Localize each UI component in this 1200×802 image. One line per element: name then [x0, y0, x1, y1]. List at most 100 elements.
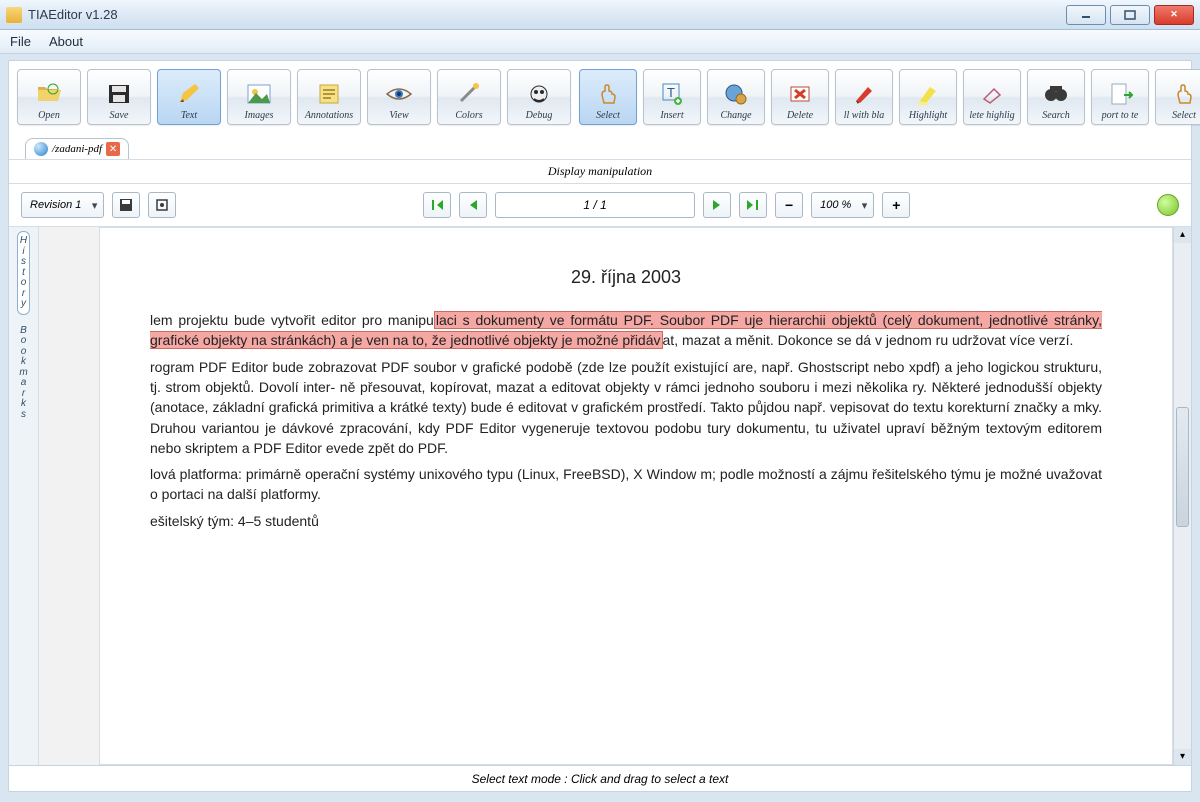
delete-x-icon	[785, 80, 815, 108]
scroll-thumb[interactable]	[1176, 407, 1189, 527]
window-title: TIAEditor v1.28	[28, 7, 118, 22]
search-button[interactable]: Search	[1027, 69, 1085, 125]
tool-label: Select	[580, 110, 636, 121]
gear-globe-icon	[721, 80, 751, 108]
insert-button[interactable]: T Insert	[643, 69, 701, 125]
tool-label: lete highlig	[964, 110, 1020, 121]
picture-icon	[244, 80, 274, 108]
text-insert-icon: T	[657, 80, 687, 108]
delete-button[interactable]: Delete	[771, 69, 829, 125]
tool-label: Text	[158, 110, 220, 121]
fill-black-button[interactable]: ll with bla	[835, 69, 893, 125]
vertical-scrollbar[interactable]: ▴ ▾	[1173, 227, 1191, 765]
text-button[interactable]: Text	[157, 69, 221, 125]
doc-paragraph[interactable]: ešitelský tým: 4–5 studentů	[150, 511, 1102, 531]
tool-label: Save	[88, 110, 150, 121]
page-field[interactable]: 1 / 1	[495, 192, 695, 218]
status-text: Select text mode : Click and drag to sel…	[472, 772, 729, 786]
status-bar: Select text mode : Click and drag to sel…	[9, 765, 1191, 791]
export-text-button[interactable]: port to te	[1091, 69, 1149, 125]
pencil-icon	[174, 80, 204, 108]
annotations-button[interactable]: Annotations	[297, 69, 361, 125]
zoom-out-button[interactable]: −	[775, 192, 803, 218]
highlight-button[interactable]: Highlight	[899, 69, 957, 125]
highlighter-icon	[913, 80, 943, 108]
side-tab-history[interactable]: History	[17, 231, 30, 315]
change-button[interactable]: Change	[707, 69, 765, 125]
doc-paragraph[interactable]: lem projektu bude vytvořit editor pro ma…	[150, 310, 1102, 351]
hand-icon	[1169, 80, 1199, 108]
next-page-button[interactable]	[703, 192, 731, 218]
doc-viewport: 29. října 2003 lem projektu bude vytvoři…	[39, 227, 1191, 765]
app-icon	[6, 7, 22, 23]
menu-about[interactable]: About	[49, 34, 83, 49]
svg-text:T: T	[667, 85, 675, 100]
open-button[interactable]: Open	[17, 69, 81, 125]
wand-icon	[454, 80, 484, 108]
view-button[interactable]: View	[367, 69, 431, 125]
menu-file[interactable]: File	[10, 34, 31, 49]
colors-button[interactable]: Colors	[437, 69, 501, 125]
zoom-dropdown[interactable]: 100 %	[811, 192, 874, 218]
folder-open-icon	[34, 80, 64, 108]
minimize-button[interactable]	[1066, 5, 1106, 25]
tool-label: Images	[228, 110, 290, 121]
side-tabs: History Bookmarks	[9, 227, 39, 765]
save-button[interactable]: Save	[87, 69, 151, 125]
tool-label: Highlight	[900, 110, 956, 121]
tool-label: Debug	[508, 110, 570, 121]
tool-label: ll with bla	[836, 110, 892, 121]
images-button[interactable]: Images	[227, 69, 291, 125]
status-indicator-icon	[1157, 194, 1179, 216]
pen-red-icon	[849, 80, 879, 108]
tool-label: Open	[18, 110, 80, 121]
tool-label: Insert	[644, 110, 700, 121]
scroll-down-icon[interactable]: ▾	[1174, 749, 1191, 765]
eye-icon	[384, 80, 414, 108]
titlebar: TIAEditor v1.28 ✕	[0, 0, 1200, 30]
tool-label: Change	[708, 110, 764, 121]
select-button[interactable]: Select	[579, 69, 637, 125]
tool-label: Delete	[772, 110, 828, 121]
menubar: File About	[0, 30, 1200, 54]
tool-label: View	[368, 110, 430, 121]
first-page-button[interactable]	[423, 192, 451, 218]
doc-tab[interactable]: /zadani-pdf ✕	[25, 138, 129, 159]
tool-label: Colors	[438, 110, 500, 121]
revision-dropdown[interactable]: Revision 1	[21, 192, 104, 218]
save-revision-button[interactable]	[112, 192, 140, 218]
page-export-icon	[1105, 80, 1135, 108]
tool-label: Annotations	[298, 110, 360, 121]
nav-bar: Revision 1 1 / 1 − 100 % +	[9, 184, 1191, 227]
hand-icon	[593, 80, 623, 108]
side-tab-bookmarks[interactable]: Bookmarks	[16, 321, 30, 426]
bug-icon	[524, 80, 554, 108]
zoom-in-button[interactable]: +	[882, 192, 910, 218]
maximize-button[interactable]	[1110, 5, 1150, 25]
tab-close-icon[interactable]: ✕	[106, 142, 120, 156]
main-toolbar: Open Save Text Images Annotations View Colors D…	[9, 61, 1191, 135]
tool-label: Select	[1156, 110, 1200, 121]
del-highlight-button[interactable]: lete highlig	[963, 69, 1021, 125]
floppy-icon	[104, 80, 134, 108]
doc-scroll[interactable]: 29. října 2003 lem projektu bude vytvoři…	[99, 227, 1173, 765]
binoculars-icon	[1041, 80, 1071, 108]
page-content: 29. října 2003 lem projektu bude vytvoři…	[110, 238, 1142, 688]
tool-label: Search	[1028, 110, 1084, 121]
doc-paragraph[interactable]: lová platforma: primárně operační systém…	[150, 464, 1102, 505]
debug-button[interactable]: Debug	[507, 69, 571, 125]
close-button[interactable]: ✕	[1154, 5, 1194, 25]
note-icon	[314, 80, 344, 108]
globe-icon	[34, 142, 48, 156]
doc-tabs: /zadani-pdf ✕	[9, 135, 1191, 159]
select2-button[interactable]: Select	[1155, 69, 1200, 125]
load-revision-button[interactable]	[148, 192, 176, 218]
section-heading: Display manipulation	[9, 159, 1191, 184]
prev-page-button[interactable]	[459, 192, 487, 218]
doc-paragraph[interactable]: rogram PDF Editor bude zobrazovat PDF so…	[150, 357, 1102, 458]
eraser-icon	[977, 80, 1007, 108]
last-page-button[interactable]	[739, 192, 767, 218]
doc-tab-label: /zadani-pdf	[52, 143, 102, 155]
scroll-up-icon[interactable]: ▴	[1174, 227, 1191, 243]
tool-label: port to te	[1092, 110, 1148, 121]
